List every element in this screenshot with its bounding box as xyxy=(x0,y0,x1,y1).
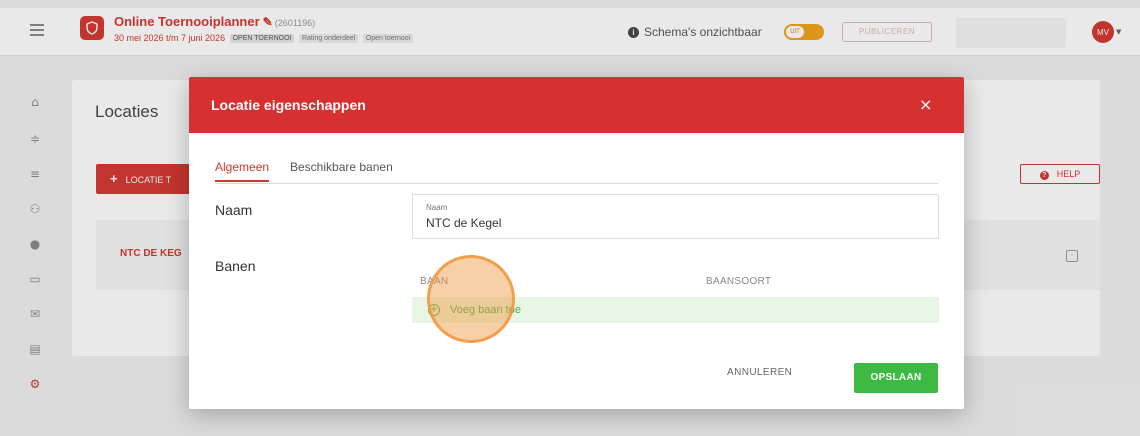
click-indicator xyxy=(427,255,515,343)
column-header-court-type: BAANSOORT xyxy=(706,276,772,287)
save-button[interactable]: OPSLAAN xyxy=(854,363,938,393)
tab-available-courts[interactable]: Beschikbare banen xyxy=(290,160,393,180)
screen: Online Toernooiplanner ✎ (2601196) 30 mei … xyxy=(0,0,1140,436)
tab-general[interactable]: Algemeen xyxy=(215,160,270,182)
name-section-label: Naam xyxy=(215,202,253,218)
name-field[interactable]: Naam NTC de Kegel xyxy=(412,194,939,239)
close-icon[interactable]: × xyxy=(919,95,932,114)
dialog-header: Locatie eigenschappen × xyxy=(189,77,964,133)
dialog-tabs: Algemeen Beschikbare banen xyxy=(215,160,938,184)
location-properties-dialog: Locatie eigenschappen × Algemeen Beschik… xyxy=(189,77,964,409)
name-field-value[interactable]: NTC de Kegel xyxy=(426,216,501,230)
name-field-label: Naam xyxy=(426,203,448,212)
courts-section-label: Banen xyxy=(215,258,256,274)
cancel-button[interactable]: ANNULEREN xyxy=(727,367,792,378)
dialog-title: Locatie eigenschappen xyxy=(211,97,366,113)
